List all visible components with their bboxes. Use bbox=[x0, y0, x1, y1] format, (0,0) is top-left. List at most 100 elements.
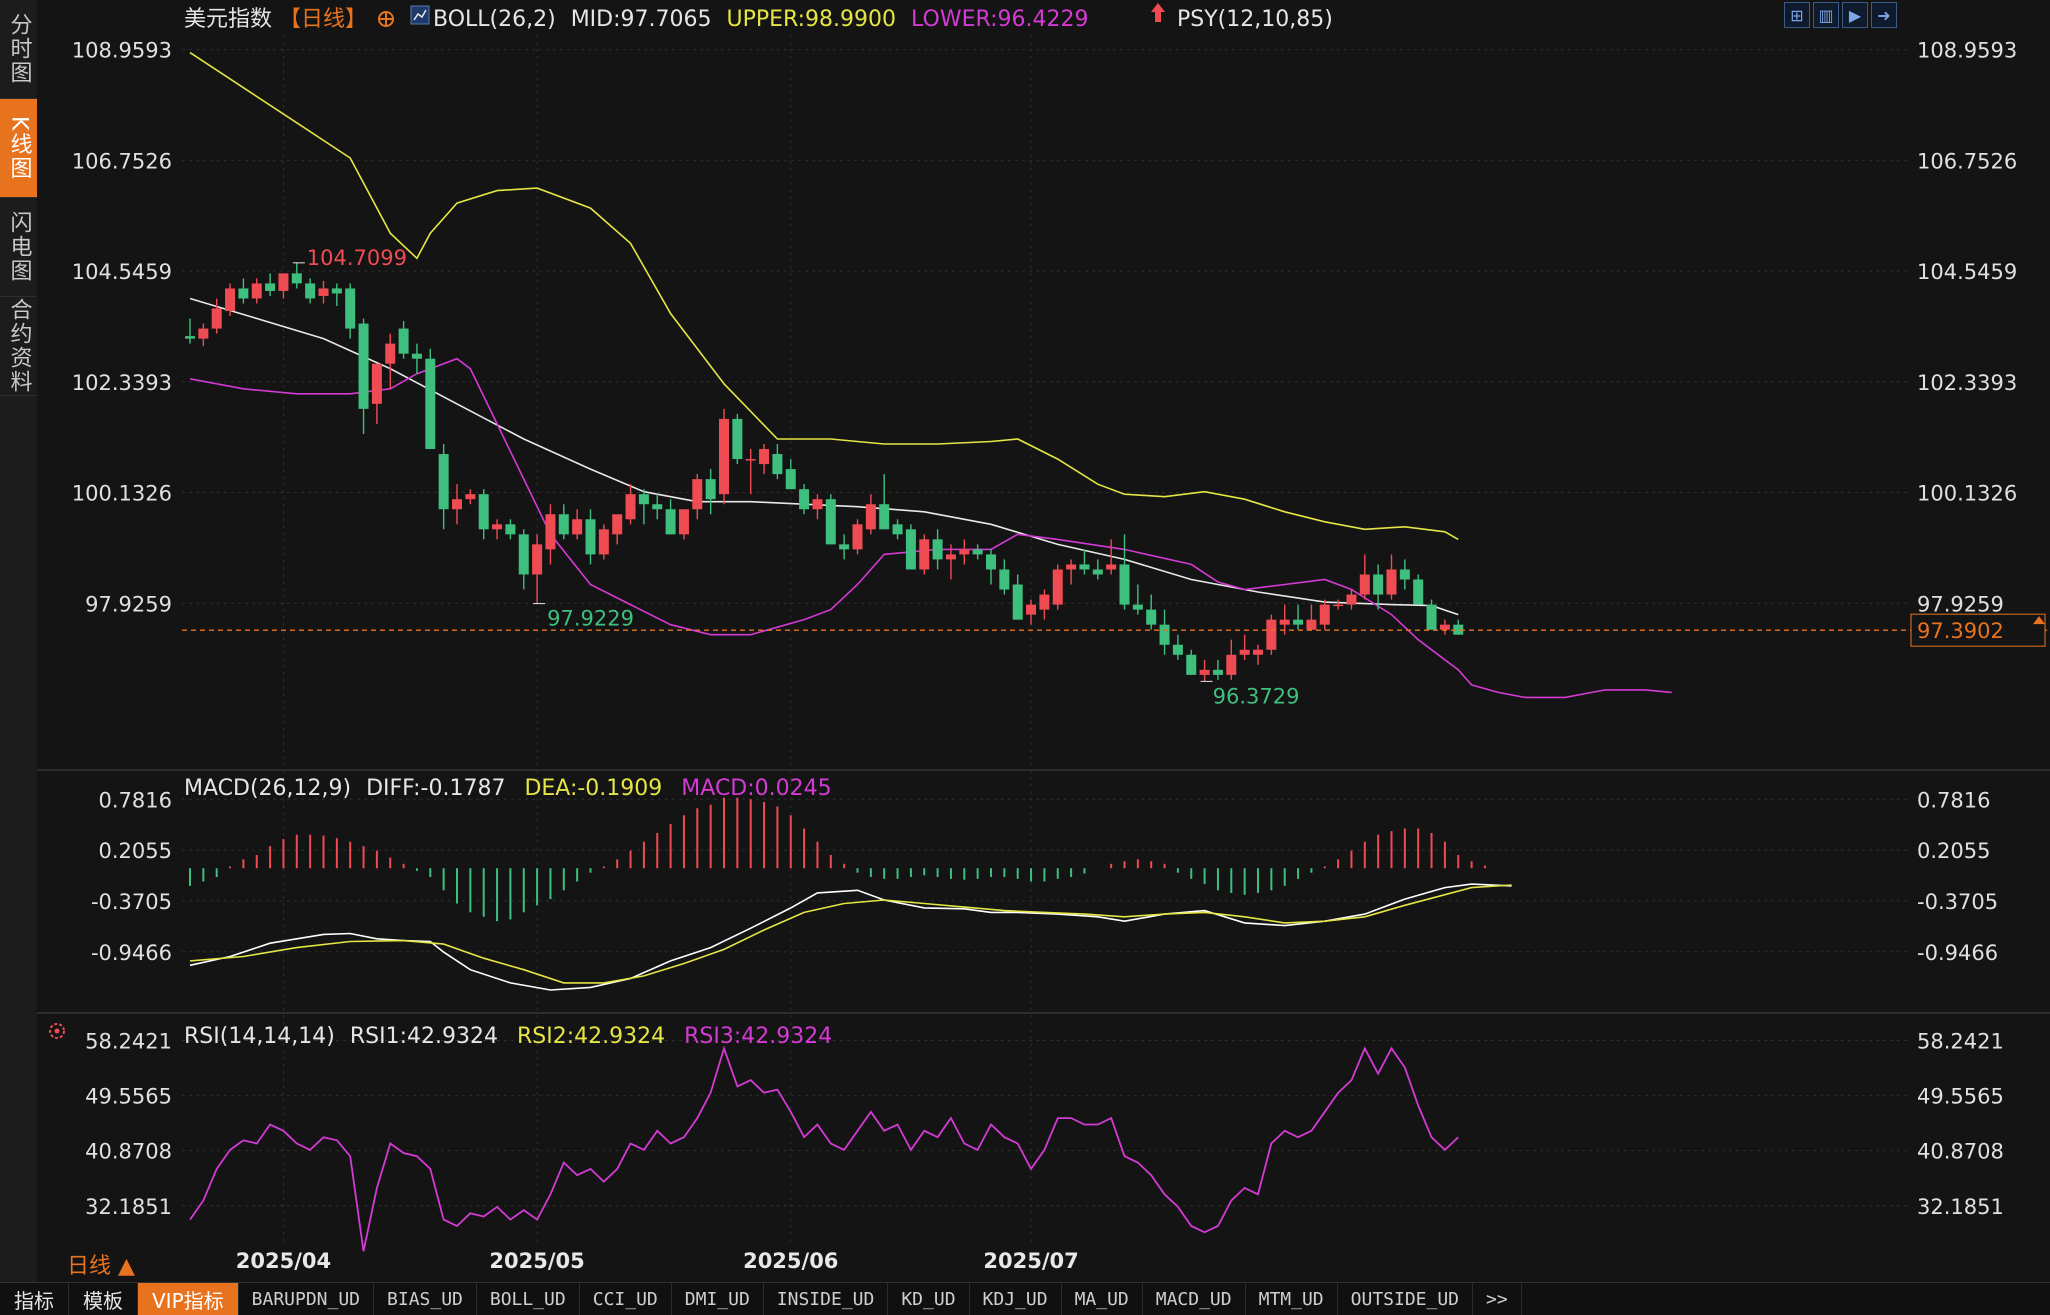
bottom-tab-1[interactable]: 模板 bbox=[69, 1283, 138, 1315]
macd-tick-right: 0.7816 bbox=[1917, 788, 1990, 812]
bottom-tab-bias-ud[interactable]: BIAS_UD bbox=[374, 1283, 477, 1315]
high-price-marker: 104.7099 bbox=[307, 246, 407, 270]
candle-body bbox=[1119, 564, 1130, 605]
candle-body bbox=[331, 288, 342, 294]
candle-body bbox=[1226, 654, 1237, 675]
macd-tick-left: 0.2055 bbox=[99, 839, 172, 863]
arrow-right-icon[interactable]: ➜ bbox=[1871, 2, 1897, 28]
candle-body bbox=[986, 554, 996, 570]
arrow-up-icon[interactable] bbox=[1151, 3, 1165, 22]
rsi3-value: RSI3:42.9324 bbox=[684, 1024, 832, 1049]
rsi2-value: RSI2:42.9324 bbox=[517, 1024, 665, 1049]
candle-body bbox=[932, 539, 943, 560]
candle-body bbox=[638, 494, 649, 505]
period-label: 【日线】 bbox=[279, 7, 367, 32]
macd-name: MACD(26,12,9) bbox=[184, 776, 351, 801]
candle-body bbox=[839, 544, 850, 550]
boll-mid-line bbox=[189, 297, 1459, 616]
bottom-tab-boll-ud[interactable]: BOLL_UD bbox=[477, 1283, 580, 1315]
tab-timeshare-label: 分时图 bbox=[6, 13, 32, 85]
bottom-tab-ma-ud[interactable]: MA_UD bbox=[1062, 1283, 1143, 1315]
bottom-tab-0[interactable]: 指标 bbox=[0, 1283, 69, 1315]
add-indicator-icon[interactable] bbox=[378, 11, 394, 27]
candle-body bbox=[1359, 574, 1370, 595]
candle-body bbox=[1266, 619, 1277, 650]
rsi-tick-left: 32.1851 bbox=[85, 1195, 172, 1219]
bottom-tab-mtm-ud[interactable]: MTM_UD bbox=[1246, 1283, 1338, 1315]
bar-chart-icon[interactable]: ▥ bbox=[1813, 2, 1839, 28]
rsi-tick-left: 49.5565 bbox=[85, 1085, 172, 1109]
candle-body bbox=[945, 554, 956, 560]
candle-body bbox=[598, 529, 609, 555]
bottom-tab-vip[interactable]: VIP指标 bbox=[138, 1283, 239, 1315]
bottom-tab-kd-ud[interactable]: KD_UD bbox=[888, 1283, 970, 1315]
play-chart-icon[interactable]: ▶ bbox=[1842, 2, 1868, 28]
rsi-tick-left: 40.8708 bbox=[85, 1140, 172, 1164]
candle-body bbox=[211, 308, 222, 329]
candle-body bbox=[265, 283, 276, 291]
tab-timeshare[interactable]: 分时图 bbox=[0, 0, 37, 99]
candle-body bbox=[1026, 604, 1037, 615]
bottom-tab-kdj-ud[interactable]: KDJ_UD bbox=[970, 1283, 1062, 1315]
boll-header: BOLL(26,2) MID:97.7065 UPPER:98.9900 LOW… bbox=[433, 7, 1089, 32]
date-label: 2025/06 bbox=[743, 1249, 838, 1273]
date-label: 2025/07 bbox=[983, 1249, 1078, 1273]
candle-body bbox=[1373, 574, 1384, 595]
bottom-tab-barupdn-ud[interactable]: BARUPDN_UD bbox=[239, 1283, 375, 1315]
kline-chart[interactable]: 美元指数 【日线】 BOLL(26,2) MID:97.7065 UPPER:9… bbox=[37, 0, 2050, 1282]
rsi-tick-right: 49.5565 bbox=[1917, 1085, 2004, 1109]
tab-flash-chart-label: 闪电图 bbox=[6, 211, 32, 283]
candle-body bbox=[411, 353, 422, 359]
boll-indicator-icon[interactable] bbox=[410, 5, 430, 25]
price-tick-right: 108.9593 bbox=[1917, 39, 2017, 63]
bottom-tab-outside-ud[interactable]: OUTSIDE_UD bbox=[1338, 1283, 1474, 1315]
bottom-tab-cci-ud[interactable]: CCI_UD bbox=[580, 1283, 672, 1315]
candle-body bbox=[759, 449, 770, 465]
bottom-tab-inside-ud[interactable]: INSIDE_UD bbox=[764, 1283, 889, 1315]
macd-tick-right: 0.2055 bbox=[1917, 839, 1990, 863]
candle-body bbox=[612, 514, 623, 535]
candle-body bbox=[278, 273, 289, 291]
bottom-tab-15[interactable]: >> bbox=[1473, 1283, 1522, 1315]
candle-body bbox=[492, 524, 503, 530]
candle-body bbox=[1066, 564, 1077, 570]
tab-contract-info[interactable]: 合约资料 bbox=[0, 297, 37, 396]
candlesticks bbox=[185, 262, 1464, 682]
candle-body bbox=[425, 358, 436, 450]
candle-body bbox=[1146, 609, 1157, 625]
tab-flash-chart[interactable]: 闪电图 bbox=[0, 198, 37, 297]
candle-body bbox=[745, 459, 756, 461]
price-tick-left: 104.5459 bbox=[72, 260, 172, 284]
price-tick-right: 104.5459 bbox=[1917, 260, 2017, 284]
left-sidebar: 分时图 K线图 闪电图 合约资料 bbox=[0, 0, 37, 1282]
boll-lower-line bbox=[189, 357, 1672, 699]
candle-body bbox=[1186, 654, 1197, 675]
candle-body bbox=[1386, 569, 1397, 595]
grid-icon[interactable]: ⊞ bbox=[1784, 2, 1810, 28]
tab-kline[interactable]: K线图 bbox=[0, 99, 37, 198]
candle-body bbox=[665, 509, 676, 535]
rsi-name: RSI(14,14,14) bbox=[184, 1024, 335, 1049]
chart-toolbar: ⊞ ▥ ▶ ➜ bbox=[1784, 2, 1897, 28]
tab-contract-info-label: 合约资料 bbox=[6, 298, 32, 394]
candle-body bbox=[852, 524, 863, 550]
period-selector[interactable]: 日线 ▲ bbox=[67, 1254, 135, 1279]
candle-body bbox=[385, 343, 396, 364]
candle-body bbox=[1346, 594, 1357, 605]
boll-upper-value: UPPER:98.9900 bbox=[727, 7, 897, 32]
candle-body bbox=[919, 539, 930, 570]
bottom-tab-dmi-ud[interactable]: DMI_UD bbox=[672, 1283, 764, 1315]
date-label: 2025/04 bbox=[236, 1249, 331, 1273]
candle-body bbox=[545, 514, 556, 550]
candle-body bbox=[438, 454, 449, 510]
candle-body bbox=[198, 328, 209, 339]
macd-tick-left: -0.9466 bbox=[91, 941, 172, 965]
settings-gear-icon[interactable] bbox=[49, 1023, 65, 1039]
low-price-marker-2: 96.3729 bbox=[1213, 684, 1300, 708]
rsi-tick-right: 32.1851 bbox=[1917, 1195, 2004, 1219]
candle-body bbox=[585, 519, 596, 555]
bottom-tab-macd-ud[interactable]: MACD_UD bbox=[1143, 1283, 1246, 1315]
main-panel-series bbox=[189, 51, 1672, 699]
candle-body bbox=[1439, 624, 1450, 630]
indicator-tab-bar: 指标 模板 VIP指标 BARUPDN_UD BIAS_UD BOLL_UD CCI_UD D… bbox=[0, 1282, 2050, 1315]
